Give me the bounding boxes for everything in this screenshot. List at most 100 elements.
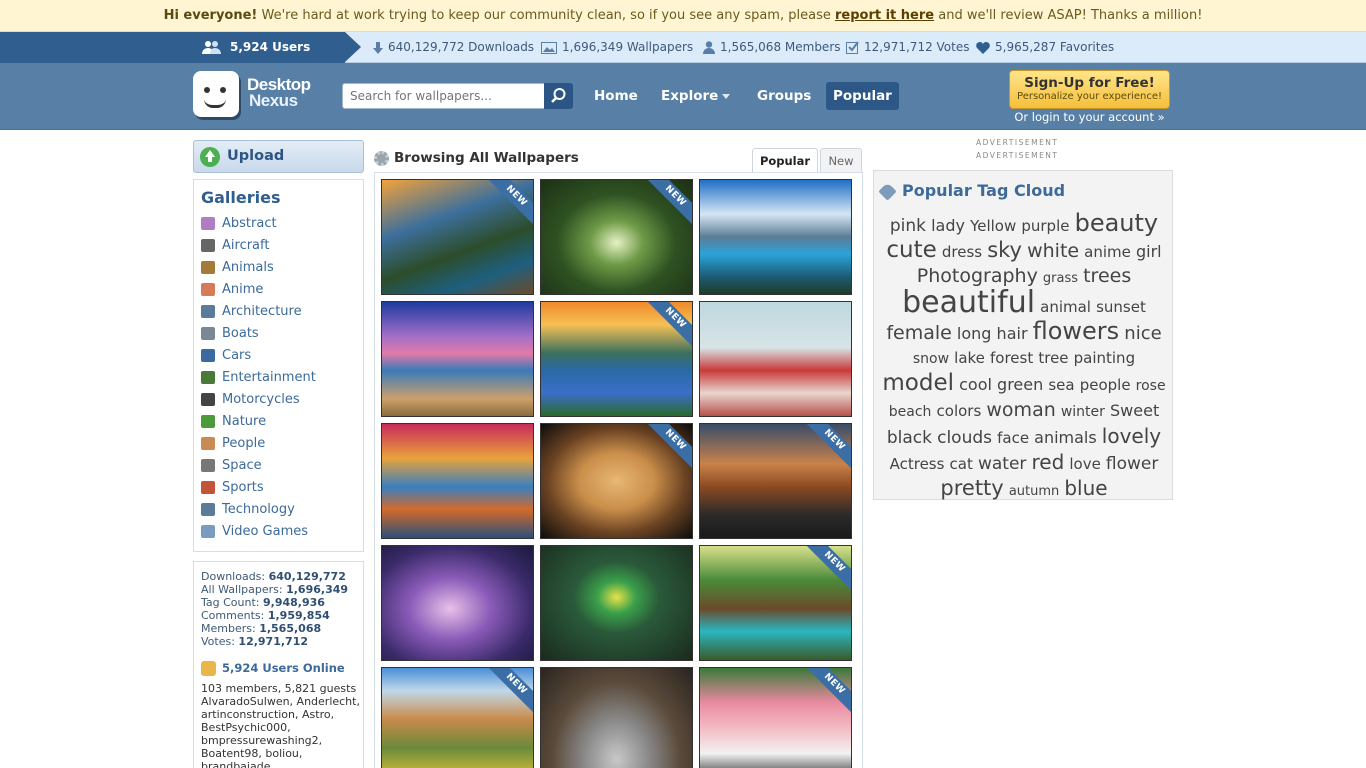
online-member-line[interactable]: brandbajade, bbox=[201, 760, 363, 768]
gallery-item-entertainment[interactable]: Entertainment bbox=[201, 367, 316, 389]
gallery-item-cars[interactable]: Cars bbox=[201, 345, 251, 367]
online-member-line[interactable]: AlvaradoSulwen, Anderlecht, bbox=[201, 695, 363, 708]
nav-home[interactable]: Home bbox=[587, 82, 645, 110]
tag-link[interactable]: cute bbox=[886, 237, 936, 263]
tag-link[interactable]: green bbox=[997, 375, 1043, 394]
upload-wallpapers-button[interactable]: Upload Wallpapers bbox=[193, 140, 364, 195]
tag-link[interactable]: beautiful bbox=[902, 285, 1035, 320]
tag-link[interactable]: snow bbox=[913, 351, 949, 367]
wallpaper-thumb-glacier-lake[interactable] bbox=[699, 179, 852, 295]
tag-link[interactable]: face bbox=[997, 429, 1029, 447]
tag-link[interactable]: beach bbox=[889, 404, 932, 420]
nav-popular[interactable]: Popular bbox=[826, 82, 899, 110]
tag-link[interactable]: love bbox=[1069, 455, 1100, 473]
tag-link[interactable]: Sweet bbox=[1110, 401, 1159, 420]
users-online-banner[interactable]: 5,924 Users Online bbox=[0, 32, 345, 85]
tag-link[interactable]: Actress bbox=[890, 455, 945, 473]
gallery-item-nature[interactable]: Nature bbox=[201, 411, 266, 433]
wallpaper-thumb-tropical-sunset-beach[interactable] bbox=[381, 301, 534, 417]
nav-groups[interactable]: Groups bbox=[750, 82, 818, 110]
wallpaper-thumb-green-bird[interactable] bbox=[540, 545, 693, 661]
wallpaper-thumb-fantasy-fairy[interactable] bbox=[381, 545, 534, 661]
desktop-nexus-logo[interactable]: Desktop Nexus bbox=[193, 71, 323, 121]
tag-link[interactable]: woman bbox=[986, 399, 1055, 421]
tag-link[interactable]: black bbox=[887, 428, 932, 448]
tag-link[interactable]: girl bbox=[1136, 242, 1162, 261]
gallery-item-technology[interactable]: Technology bbox=[201, 499, 295, 521]
tag-link[interactable]: water bbox=[978, 454, 1026, 474]
gallery-item-video-games[interactable]: Video Games bbox=[201, 521, 308, 543]
signup-button[interactable]: Sign-Up for Free! Personalize your exper… bbox=[1009, 70, 1170, 109]
wallpaper-thumb-jungle-waterfall[interactable]: NEW bbox=[699, 545, 852, 661]
tag-link[interactable]: sea bbox=[1048, 376, 1074, 394]
tag-link[interactable]: lake bbox=[954, 349, 985, 367]
tag-link[interactable]: red bbox=[1031, 450, 1064, 474]
gallery-item-abstract[interactable]: Abstract bbox=[201, 213, 277, 235]
tag-link[interactable]: white bbox=[1027, 240, 1079, 262]
tag-link[interactable]: blue bbox=[1064, 476, 1107, 500]
wallpaper-thumb-canyon-waterfall[interactable]: NEW bbox=[381, 667, 534, 768]
tab-popular[interactable]: Popular bbox=[752, 148, 818, 174]
tag-link[interactable]: beauty bbox=[1075, 209, 1159, 237]
tag-link[interactable]: trees bbox=[1083, 265, 1131, 287]
tag-link[interactable]: female bbox=[886, 322, 952, 344]
tag-link[interactable]: winter bbox=[1061, 404, 1105, 420]
tab-new[interactable]: New bbox=[820, 148, 862, 174]
tag-link[interactable]: pink bbox=[890, 216, 926, 236]
tag-link[interactable]: lady bbox=[931, 216, 965, 235]
tag-link[interactable]: sunset bbox=[1096, 298, 1146, 316]
wallpaper-thumb-roses-piano[interactable]: NEW bbox=[699, 667, 852, 768]
gallery-item-anime[interactable]: Anime bbox=[201, 279, 263, 301]
gallery-item-architecture[interactable]: Architecture bbox=[201, 301, 302, 323]
login-link[interactable]: Or login to your account » bbox=[1009, 110, 1170, 124]
online-member-line[interactable]: artinconstruction, Astro, bbox=[201, 708, 363, 721]
tag-link[interactable]: colors bbox=[937, 402, 982, 420]
tag-link[interactable]: nice bbox=[1124, 323, 1161, 344]
users-online-heading[interactable]: 5,924 Users Online bbox=[201, 661, 363, 676]
tag-link[interactable]: hair bbox=[997, 324, 1028, 343]
online-member-line[interactable]: bmpressurewashing2, bbox=[201, 734, 363, 747]
tag-link[interactable]: painting bbox=[1074, 349, 1135, 367]
tag-link[interactable]: flower bbox=[1106, 454, 1158, 474]
tag-link[interactable]: grass bbox=[1043, 271, 1078, 286]
search-button[interactable] bbox=[544, 83, 573, 109]
tag-link[interactable]: flowers bbox=[1033, 317, 1120, 345]
gallery-item-aircraft[interactable]: Aircraft bbox=[201, 235, 269, 257]
wallpaper-thumb-woman-red-dress[interactable] bbox=[699, 301, 852, 417]
wallpaper-thumb-lake-flowers[interactable]: NEW bbox=[540, 301, 693, 417]
wallpaper-thumb-forest-road[interactable]: NEW bbox=[540, 179, 693, 295]
search-input[interactable] bbox=[342, 83, 545, 109]
tag-link[interactable]: anime bbox=[1084, 243, 1131, 261]
nav-explore[interactable]: Explore bbox=[654, 82, 737, 110]
tag-link[interactable]: long bbox=[957, 324, 992, 343]
tag-link[interactable]: animal bbox=[1040, 298, 1091, 316]
tag-link[interactable]: lovely bbox=[1102, 424, 1161, 448]
gallery-item-boats[interactable]: Boats bbox=[201, 323, 259, 345]
tag-link[interactable]: cool bbox=[959, 375, 992, 394]
gallery-item-sports[interactable]: Sports bbox=[201, 477, 264, 499]
tag-link[interactable]: pretty bbox=[940, 476, 1003, 500]
wallpaper-thumb-gray-cat[interactable] bbox=[540, 667, 693, 768]
tag-link[interactable]: animals bbox=[1034, 428, 1097, 447]
tag-link[interactable]: clouds bbox=[937, 428, 992, 448]
tag-link[interactable]: dress bbox=[942, 243, 982, 261]
gallery-item-people[interactable]: People bbox=[201, 433, 265, 455]
online-member-line[interactable]: Boatent98, boliou, bbox=[201, 747, 363, 760]
tag-link[interactable]: forest bbox=[990, 349, 1033, 367]
tag-link[interactable]: purple bbox=[1021, 217, 1069, 235]
online-member-line[interactable]: 103 members, 5,821 guests bbox=[201, 682, 363, 695]
tag-link[interactable]: tree bbox=[1038, 349, 1068, 367]
tag-link[interactable]: people bbox=[1080, 376, 1131, 394]
wallpaper-thumb-golden-puppies[interactable]: NEW bbox=[540, 423, 693, 539]
wallpaper-thumb-cliff-lighthouse[interactable]: NEW bbox=[699, 423, 852, 539]
tag-link[interactable]: Yellow bbox=[970, 217, 1016, 235]
tag-link[interactable]: cat bbox=[950, 455, 973, 473]
online-member-line[interactable]: BestPsychic000, bbox=[201, 721, 363, 734]
wallpaper-thumb-mountain-lake-sunset[interactable]: NEW bbox=[381, 179, 534, 295]
tag-link[interactable]: sky bbox=[987, 238, 1022, 262]
gallery-item-space[interactable]: Space bbox=[201, 455, 262, 477]
tag-link[interactable]: autumn bbox=[1009, 484, 1059, 499]
gallery-item-motorcycles[interactable]: Motorcycles bbox=[201, 389, 300, 411]
report-spam-link[interactable]: report it here bbox=[835, 8, 934, 23]
tag-link[interactable]: rose bbox=[1136, 378, 1166, 394]
